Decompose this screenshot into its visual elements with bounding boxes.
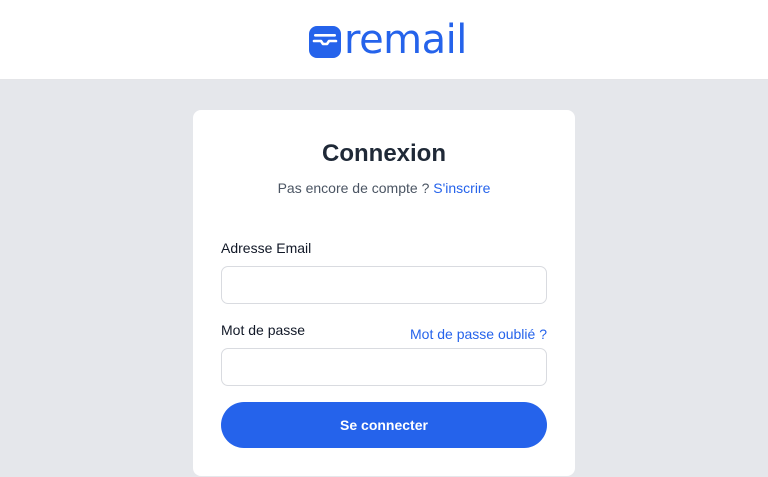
login-button[interactable]: Se connecter [221, 402, 547, 448]
inbox-tray-icon [309, 26, 341, 58]
forgot-password-link[interactable]: Mot de passe oublié ? [410, 325, 547, 343]
top-header: remail [0, 0, 768, 80]
brand-logo[interactable]: remail [308, 18, 467, 62]
brand-name: remail [344, 17, 467, 63]
login-card: Connexion Pas encore de compte ? S'inscr… [193, 110, 575, 476]
email-label: Adresse Email [221, 240, 312, 256]
signup-link[interactable]: S'inscrire [433, 180, 490, 196]
password-label: Mot de passe [221, 322, 306, 338]
email-field[interactable] [221, 266, 547, 304]
signup-prompt-text: Pas encore de compte ? [277, 180, 434, 196]
page-title: Connexion [322, 140, 446, 167]
signup-prompt: Pas encore de compte ? S'inscrire [193, 179, 575, 197]
password-field[interactable] [221, 348, 547, 386]
